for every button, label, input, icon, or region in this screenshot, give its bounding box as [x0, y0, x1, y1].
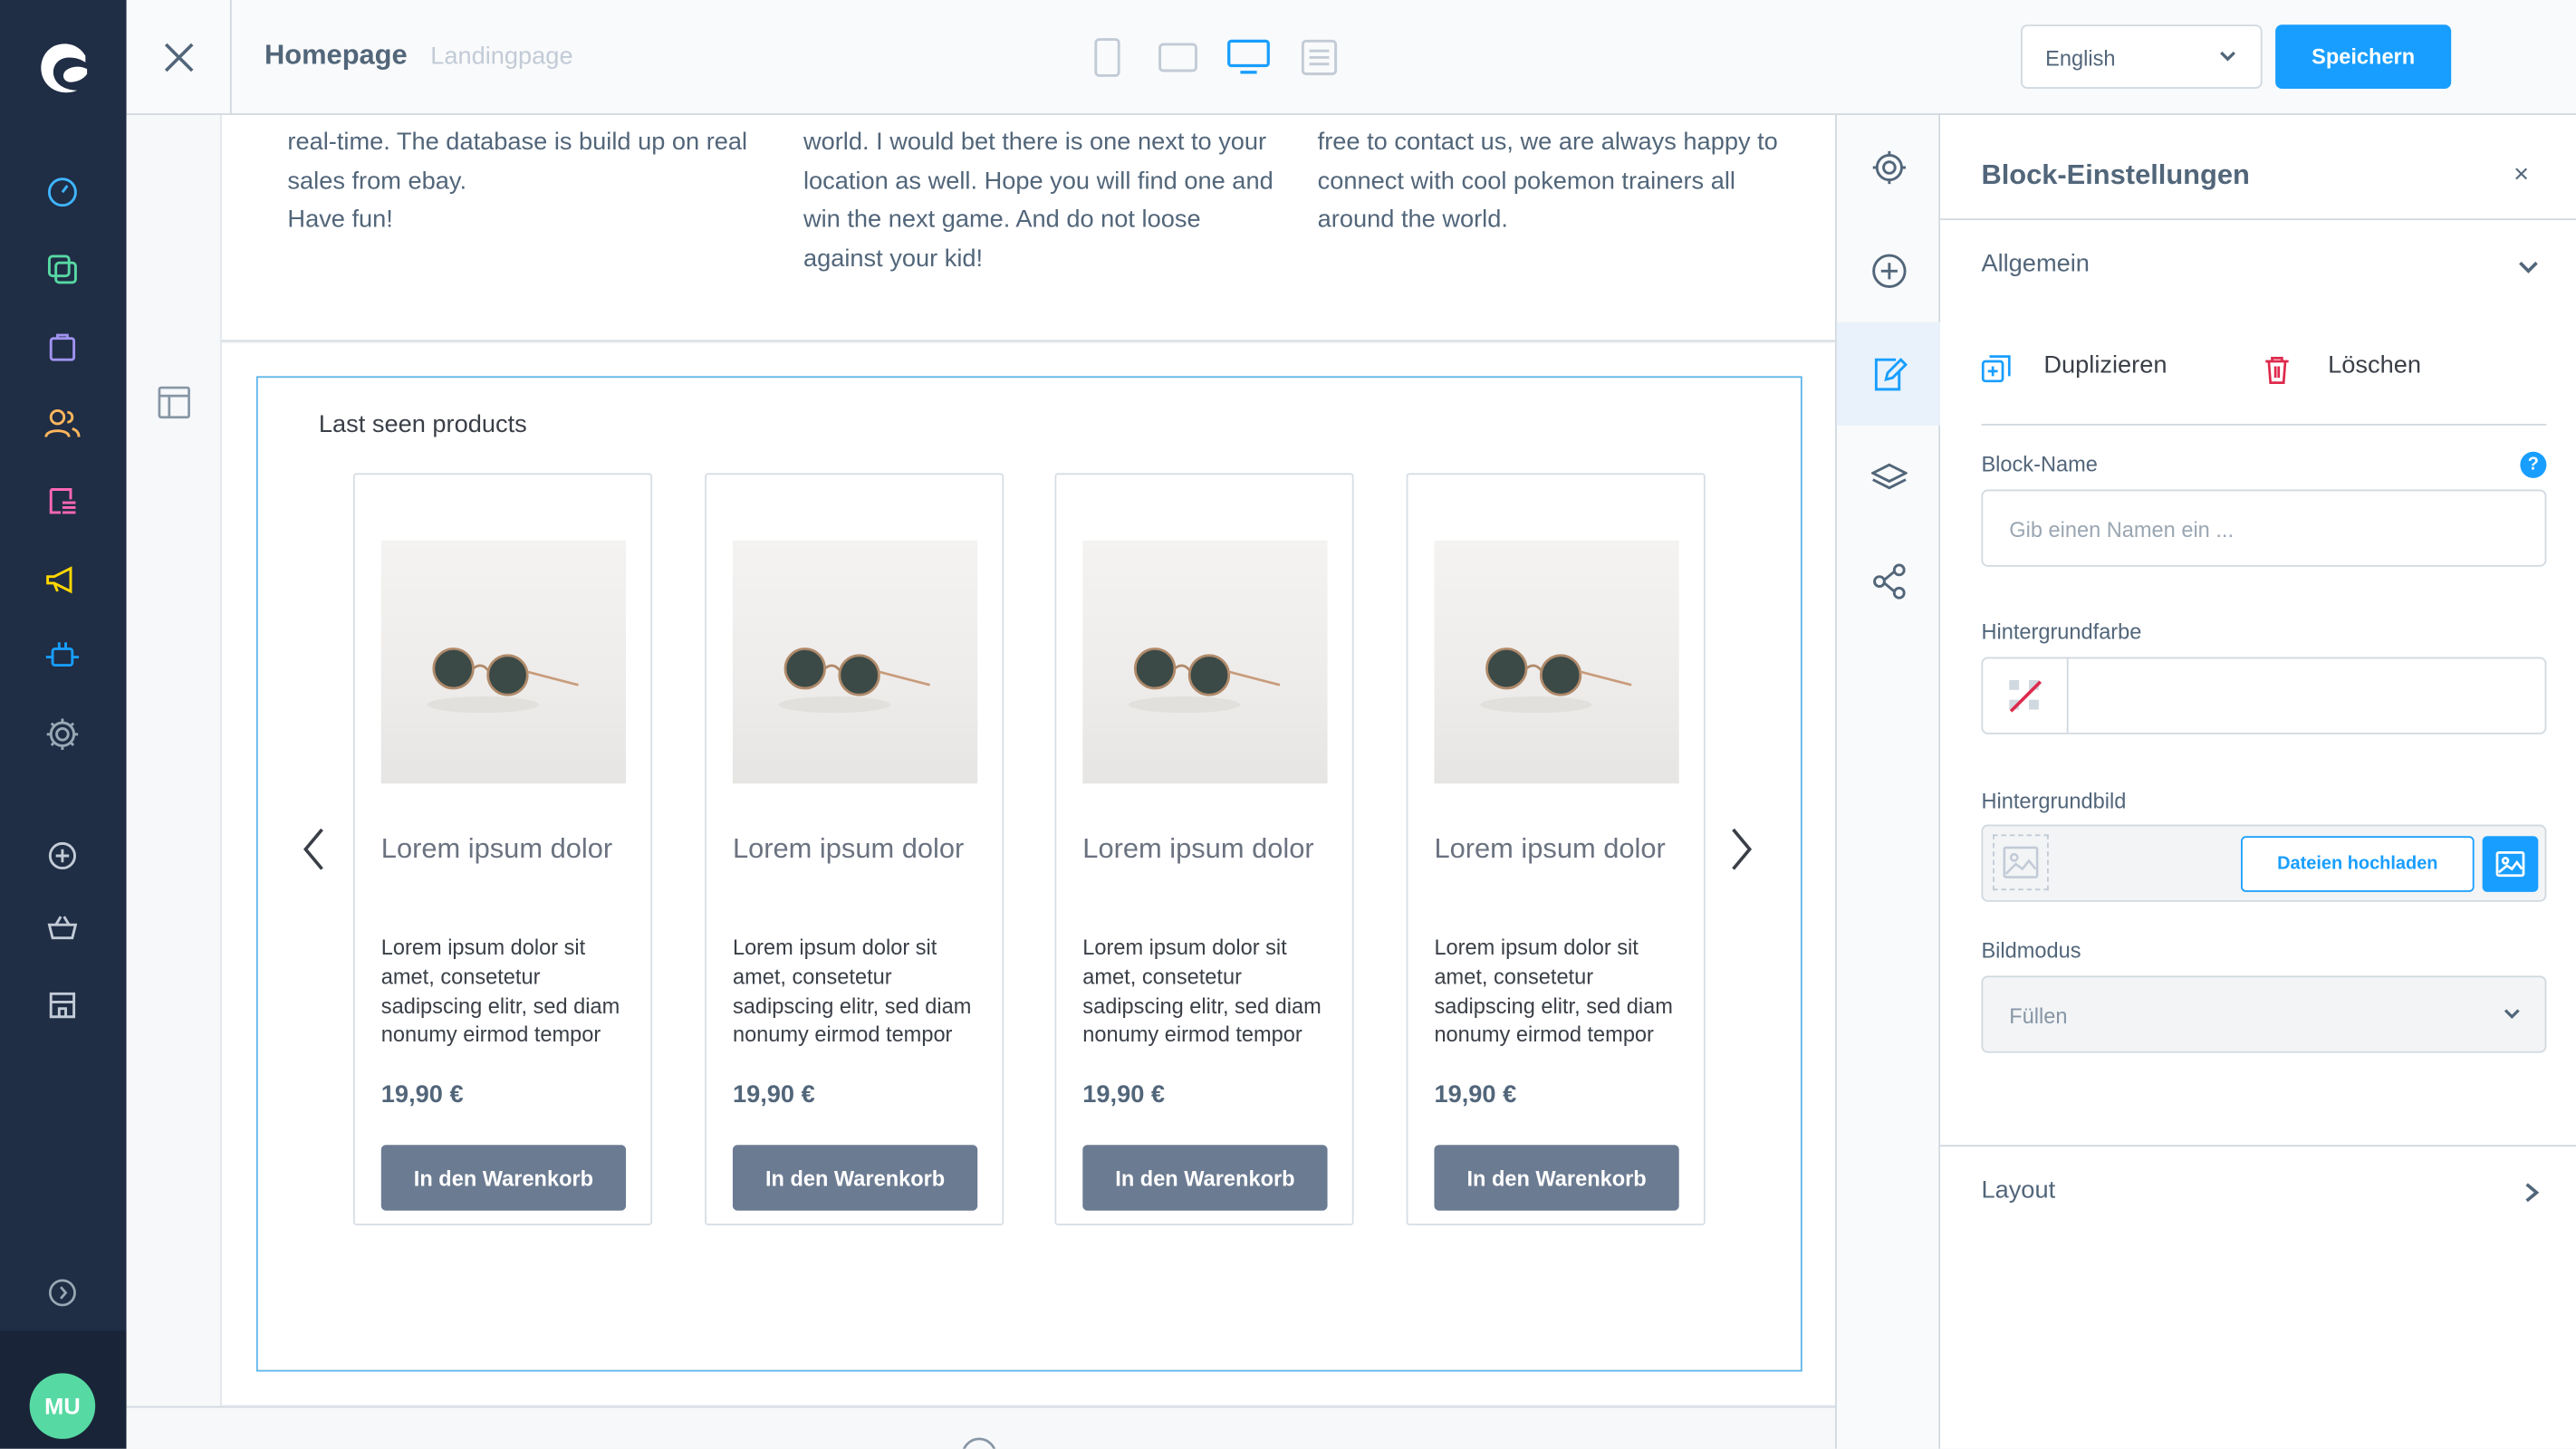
block-settings-panel: Block-Einstellungen × Allgemein Duplizie…: [1940, 114, 2576, 1449]
text-column-2: world. I would bet there is one next to …: [803, 128, 1274, 273]
slider-prev-icon[interactable]: [294, 820, 334, 878]
image-mode-select[interactable]: Füllen: [1981, 975, 2547, 1053]
product-image[interactable]: [380, 540, 627, 784]
image-mode-value: Füllen: [2009, 1003, 2068, 1029]
delete-button[interactable]: Löschen: [2328, 351, 2421, 379]
product-price: 19,90 €: [1082, 1080, 1166, 1109]
chevron-down-icon: [2218, 46, 2238, 71]
duplicate-button[interactable]: Duplizieren: [2043, 351, 2167, 379]
add-to-cart-button[interactable]: In den Warenkorb: [732, 1145, 978, 1211]
add-to-cart-button[interactable]: In den Warenkorb: [380, 1145, 627, 1211]
add-block-icon[interactable]: [1837, 218, 1940, 321]
add-to-cart-button[interactable]: In den Warenkorb: [1434, 1145, 1679, 1211]
divider: [1940, 1145, 2576, 1147]
bg-color-label: Hintergrundfarbe: [1981, 619, 2142, 645]
product-price: 19,90 €: [1434, 1080, 1517, 1109]
admin-sidebar: MU: [0, 0, 127, 1449]
product-name[interactable]: Lorem ipsum dolor: [381, 833, 612, 866]
page-type: Landingpage: [430, 43, 573, 71]
block-layout-icon[interactable]: [158, 386, 190, 427]
image-placeholder-icon: [1993, 834, 2049, 891]
product-price: 19,90 €: [732, 1080, 815, 1109]
color-swatch-icon[interactable]: [1983, 658, 2069, 733]
layers-icon[interactable]: [1837, 426, 1940, 529]
top-bar: Homepage Landingpage English Speichern: [126, 0, 2576, 115]
close-icon[interactable]: [127, 0, 232, 115]
product-price: 19,90 €: [380, 1080, 464, 1109]
divider: [1981, 423, 2547, 426]
edit-block-icon[interactable]: [1836, 321, 1941, 426]
content-icon[interactable]: [43, 481, 82, 521]
desktop-view-icon[interactable]: [1227, 36, 1270, 79]
add-to-cart-button[interactable]: In den Warenkorb: [1082, 1145, 1328, 1211]
chevron-down-icon[interactable]: [2517, 256, 2540, 287]
block-name-label: Block-Name: [1981, 451, 2098, 477]
product-slider-section: Last seen products Lorem ipsum dolor Lor…: [221, 343, 1836, 1405]
text-column-1: real-time. The database is build up on r…: [287, 128, 748, 234]
sidebar-toolbar: [1835, 114, 1941, 1449]
language-value: English: [2045, 45, 2116, 71]
page-title: Homepage: [264, 39, 408, 71]
product-image[interactable]: [732, 540, 978, 784]
product-card[interactable]: Lorem ipsum dolor Lorem ipsum dolor sit …: [705, 473, 1004, 1226]
product-name[interactable]: Lorem ipsum dolor: [1434, 833, 1665, 866]
upload-files-button[interactable]: Dateien hochladen: [2241, 836, 2475, 892]
shopware-logo-icon[interactable]: [30, 36, 96, 102]
image-mode-label: Bildmodus: [1981, 937, 2081, 963]
duplicate-icon[interactable]: [1981, 355, 2011, 393]
catalogue-icon[interactable]: [43, 250, 82, 290]
product-card[interactable]: Lorem ipsum dolor Lorem ipsum dolor sit …: [352, 473, 653, 1226]
basket-icon[interactable]: [43, 908, 82, 948]
text-block[interactable]: real-time. The database is build up on r…: [221, 114, 1836, 342]
share-icon[interactable]: [1837, 529, 1940, 632]
help-icon[interactable]: ?: [2520, 451, 2547, 478]
product-image[interactable]: [1082, 540, 1328, 784]
section-layout[interactable]: Layout: [1981, 1176, 2055, 1204]
store-icon[interactable]: [43, 985, 82, 1025]
page-settings-icon[interactable]: [1837, 115, 1940, 218]
structure-view-icon[interactable]: [1298, 36, 1341, 79]
marketing-icon[interactable]: [43, 561, 82, 600]
product-description: Lorem ipsum dolor sit amet, consetetur s…: [380, 935, 620, 1048]
product-description: Lorem ipsum dolor sit amet, consetetur s…: [1434, 935, 1673, 1048]
add-icon[interactable]: [43, 836, 82, 876]
add-section-icon[interactable]: [961, 1437, 997, 1449]
orders-icon[interactable]: [43, 327, 82, 367]
product-name[interactable]: Lorem ipsum dolor: [733, 833, 964, 866]
settings-icon[interactable]: [43, 715, 82, 754]
avatar[interactable]: MU: [29, 1373, 96, 1439]
text-column-3: free to contact us, we are always happy …: [1317, 128, 1778, 234]
product-description: Lorem ipsum dolor sit amet, consetetur s…: [732, 935, 972, 1048]
add-section-strip: [126, 1406, 1836, 1449]
section-general[interactable]: Allgemein: [1981, 250, 2089, 278]
mobile-view-icon[interactable]: [1086, 36, 1129, 79]
slider-title: Last seen products: [318, 410, 527, 439]
tablet-view-icon[interactable]: [1157, 36, 1199, 79]
editor-canvas: real-time. The database is build up on r…: [126, 114, 1836, 1449]
block-gutter: [126, 114, 222, 1449]
customers-icon[interactable]: [43, 404, 82, 444]
expand-icon[interactable]: [43, 1273, 82, 1313]
language-select[interactable]: English: [2020, 24, 2263, 89]
slider-next-icon[interactable]: [1722, 820, 1762, 878]
extensions-icon[interactable]: [43, 638, 82, 677]
product-card[interactable]: Lorem ipsum dolor Lorem ipsum dolor sit …: [1406, 473, 1706, 1226]
block-name-input[interactable]: Gib einen Namen ein ...: [1981, 489, 2547, 567]
save-button[interactable]: Speichern: [2275, 24, 2452, 89]
divider: [1940, 218, 2576, 221]
chevron-right-icon[interactable]: [2520, 1181, 2542, 1212]
chevron-down-icon: [2502, 1003, 2522, 1028]
product-description: Lorem ipsum dolor sit amet, consetetur s…: [1082, 935, 1322, 1048]
product-image[interactable]: [1434, 540, 1679, 784]
product-name[interactable]: Lorem ipsum dolor: [1082, 833, 1313, 866]
dashboard-icon[interactable]: [43, 172, 82, 212]
bg-color-field[interactable]: [1981, 657, 2547, 734]
panel-close-icon[interactable]: ×: [2514, 161, 2529, 191]
media-library-icon[interactable]: [2482, 836, 2539, 892]
product-card[interactable]: Lorem ipsum dolor Lorem ipsum dolor sit …: [1054, 473, 1354, 1226]
panel-title: Block-Einstellungen: [1981, 158, 2250, 191]
bg-image-label: Hintergrundbild: [1981, 788, 2127, 813]
trash-icon[interactable]: [2264, 355, 2290, 393]
